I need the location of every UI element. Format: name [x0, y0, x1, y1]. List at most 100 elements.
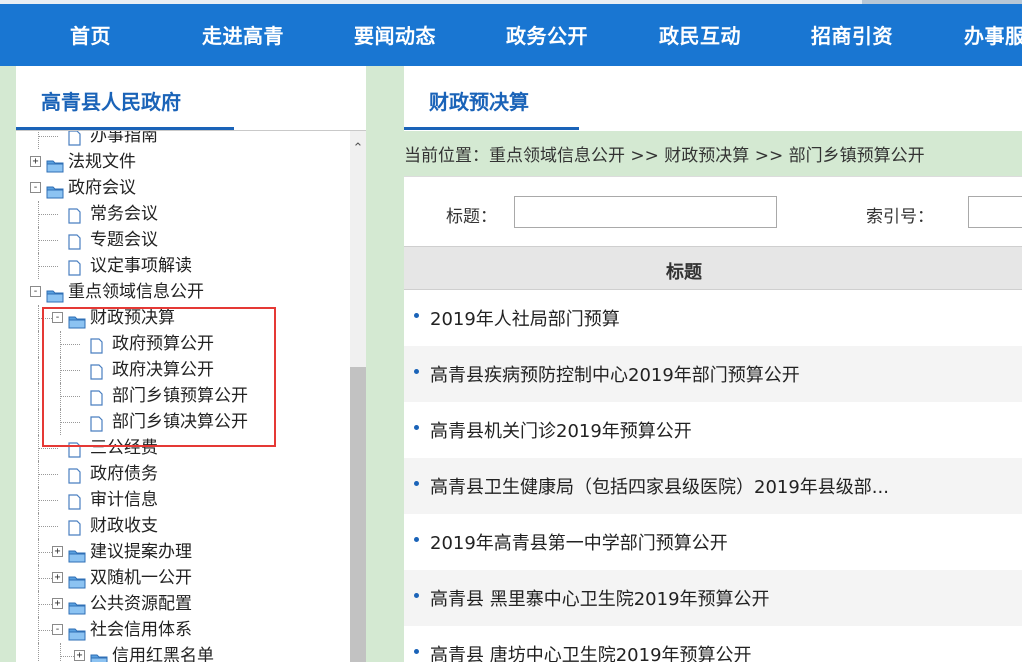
tree-connector [38, 461, 39, 487]
tree-node[interactable]: 政府决算公开 [16, 357, 350, 383]
tree-node-label: 常务会议 [90, 204, 158, 224]
document-icon [90, 414, 103, 432]
tree-node[interactable]: 办事指南 [16, 131, 350, 149]
tree-connector [38, 448, 58, 449]
tree-node[interactable]: 常务会议 [16, 201, 350, 227]
tree-connector [60, 331, 61, 357]
tree-node-label: 法规文件 [68, 152, 136, 172]
collapse-icon[interactable]: - [52, 312, 63, 323]
tree-node[interactable]: 三公经费 [16, 435, 350, 461]
tree-node[interactable]: - 政府会议 [16, 175, 350, 201]
nav-item-interaction[interactable]: 政民互动 [659, 20, 741, 49]
tree-node[interactable]: - 财政预决算 [16, 305, 350, 331]
tree-connector [38, 136, 58, 137]
tree-node-label: 政府会议 [68, 178, 136, 198]
list-item-link[interactable]: 2019年人社局部门预算 [430, 305, 620, 331]
tree-node[interactable]: + 建议提案办理 [16, 539, 350, 565]
list-item[interactable]: 高青县 黑里寨中心卫生院2019年预算公开 [404, 570, 1022, 626]
tree-node[interactable]: 审计信息 [16, 487, 350, 513]
tree-node[interactable]: 部门乡镇决算公开 [16, 409, 350, 435]
tree-connector [60, 370, 80, 371]
tree-connector [38, 474, 58, 475]
folder-icon [90, 649, 108, 662]
nav-item-home[interactable]: 首页 [70, 20, 111, 49]
tree-node-label: 社会信用体系 [90, 620, 192, 640]
tree-node-label: 政府债务 [90, 464, 158, 484]
list-item[interactable]: 高青县疾病预防控制中心2019年部门预算公开 [404, 346, 1022, 402]
folder-icon [68, 311, 86, 329]
tree-node[interactable]: + 信用红黑名单 [16, 643, 350, 662]
tree-node-label: 双随机一公开 [90, 568, 192, 588]
list-item[interactable]: 高青县机关门诊2019年预算公开 [404, 402, 1022, 458]
tree-connector [60, 344, 80, 345]
list-item-link[interactable]: 高青县卫生健康局（包括四家县级医院）2019年县级部... [430, 473, 889, 499]
nav-item-news[interactable]: 要闻动态 [354, 20, 436, 49]
tree-node-label: 审计信息 [90, 490, 158, 510]
tree-connector [38, 201, 39, 227]
tree-node[interactable]: - 重点领域信息公开 [16, 279, 350, 305]
tree-node[interactable]: 政府预算公开 [16, 331, 350, 357]
expand-icon[interactable]: + [74, 650, 85, 661]
list-item[interactable]: 2019年人社局部门预算 [404, 290, 1022, 346]
tree-node[interactable]: 政府债务 [16, 461, 350, 487]
tree-connector [38, 409, 39, 435]
list-item[interactable]: 高青县卫生健康局（包括四家县级医院）2019年县级部... [404, 458, 1022, 514]
doc-list: 2019年人社局部门预算高青县疾病预防控制中心2019年部门预算公开 高青县机关门… [404, 290, 1022, 662]
tree-node[interactable]: + 法规文件 [16, 149, 350, 175]
tree-connector [60, 643, 61, 662]
nav-item-gov-affairs[interactable]: 政务公开 [506, 20, 588, 49]
list-item[interactable]: 2019年高青县第一中学部门预算公开 [404, 514, 1022, 570]
list-item-link[interactable]: 高青县机关门诊2019年预算公开 [430, 417, 692, 443]
expand-icon[interactable]: + [52, 598, 63, 609]
scroll-thumb[interactable] [350, 367, 366, 662]
list-item-link[interactable]: 高青县疾病预防控制中心2019年部门预算公开 [430, 361, 800, 387]
tree-node[interactable]: + 双随机一公开 [16, 565, 350, 591]
tree-node[interactable]: 专题会议 [16, 227, 350, 253]
document-icon [68, 492, 81, 510]
nav-item-about[interactable]: 走进高青 [202, 20, 284, 49]
tree-node[interactable]: + 公共资源配置 [16, 591, 350, 617]
folder-icon [46, 181, 64, 199]
tree-node-label: 议定事项解读 [90, 256, 192, 276]
tree-connector [38, 643, 39, 662]
collapse-icon[interactable]: - [52, 624, 63, 635]
tree-node-label: 公共资源配置 [90, 594, 192, 614]
document-icon [90, 336, 103, 354]
index-search-input[interactable] [968, 196, 1022, 228]
nav-item-investment[interactable]: 招商引资 [811, 20, 893, 49]
tree-connector [38, 526, 58, 527]
top-nav: 首页 走进高青 要闻动态 政务公开 政民互动 招商引资 办事服务 [0, 0, 1022, 66]
tree-connector [60, 409, 61, 435]
tree-connector [38, 357, 39, 383]
scroll-up-icon[interactable]: ⌃ [350, 141, 366, 157]
tree-node-label: 财政预决算 [90, 308, 175, 328]
tree-node[interactable]: - 社会信用体系 [16, 617, 350, 643]
tree-connector [38, 539, 39, 565]
folder-icon [46, 155, 64, 173]
title-search-label: 标题： [446, 207, 497, 227]
list-item-link[interactable]: 高青县 黑里寨中心卫生院2019年预算公开 [430, 585, 770, 611]
tree-scrollbar[interactable]: ⌃ [350, 131, 366, 662]
list-item-link[interactable]: 2019年高青县第一中学部门预算公开 [430, 529, 728, 555]
list-item[interactable]: 高青县 唐坊中心卫生院2019年预算公开 [404, 626, 1022, 662]
collapse-icon[interactable]: - [30, 182, 41, 193]
collapse-icon[interactable]: - [30, 286, 41, 297]
nav-tree: 办事指南 + 法规文件 - 政府会议 常务会议 专题会议 议定事项解读 - 重点领域信息公开 - 财政… [16, 131, 350, 662]
tree-connector [38, 487, 39, 513]
nav-item-services[interactable]: 办事服务 [964, 20, 1022, 49]
tree-node-label: 部门乡镇预算公开 [112, 386, 248, 406]
bullet-icon [414, 313, 419, 318]
tree-node[interactable]: 部门乡镇预算公开 [16, 383, 350, 409]
page-title-underline [404, 127, 579, 130]
sidebar-title-underline [16, 127, 234, 130]
tree-connector [38, 513, 39, 539]
expand-icon[interactable]: + [52, 572, 63, 583]
expand-icon[interactable]: + [30, 156, 41, 167]
tree-node[interactable]: 议定事项解读 [16, 253, 350, 279]
list-item-link[interactable]: 高青县 唐坊中心卫生院2019年预算公开 [430, 641, 752, 662]
tree-node[interactable]: 财政收支 [16, 513, 350, 539]
expand-icon[interactable]: + [52, 546, 63, 557]
folder-icon [68, 623, 86, 641]
title-search-input[interactable] [514, 196, 777, 228]
folder-icon [46, 285, 64, 303]
